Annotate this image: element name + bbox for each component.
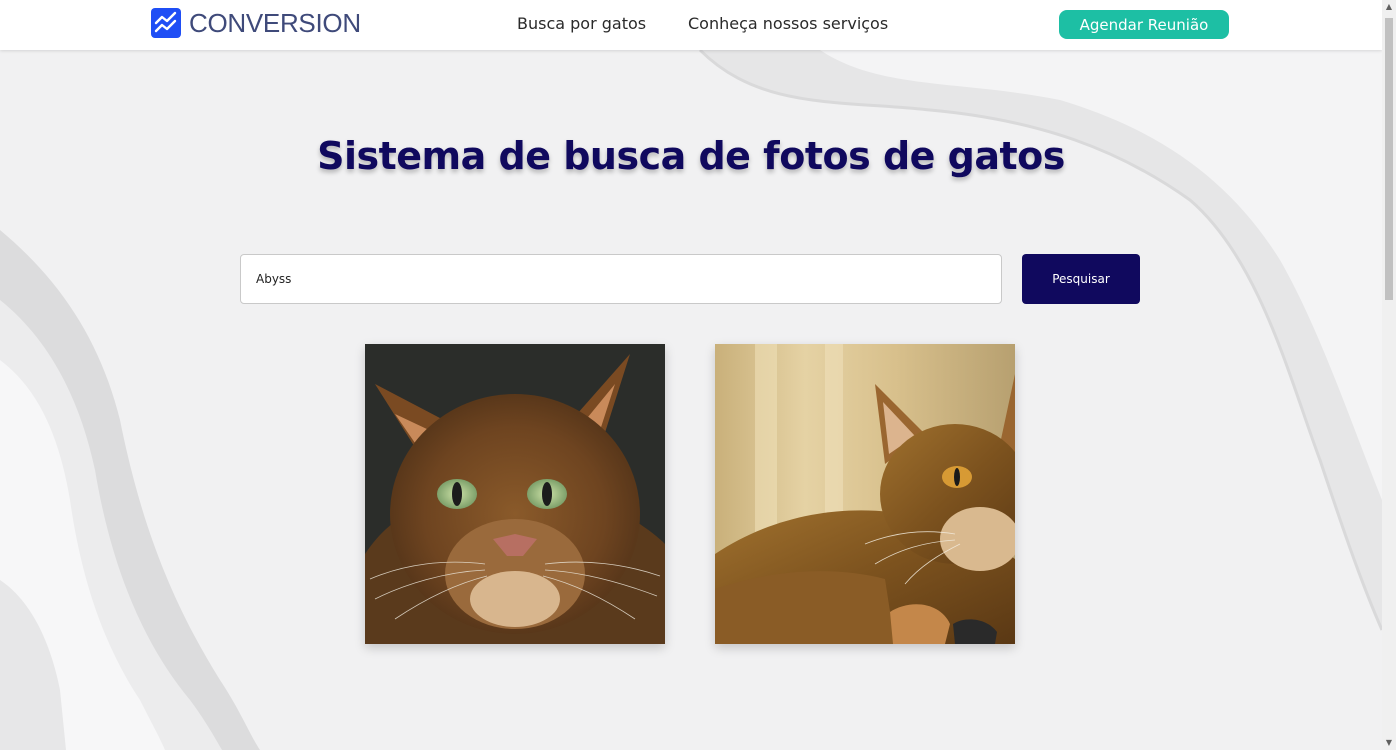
scrollbar-thumb[interactable] bbox=[1385, 18, 1393, 300]
top-navbar: CONVERSION Busca por gatos Conheça nosso… bbox=[0, 0, 1382, 50]
chevron-up-icon[interactable]: ▲ bbox=[1382, 0, 1396, 14]
chart-trend-icon bbox=[151, 8, 181, 38]
vertical-scrollbar[interactable]: ▲ ▼ bbox=[1382, 0, 1396, 750]
cat-image-1 bbox=[365, 344, 665, 644]
cat-image-2 bbox=[715, 344, 1015, 644]
nav-link-busca-por-gatos[interactable]: Busca por gatos bbox=[517, 14, 646, 34]
page-title: Sistema de busca de fotos de gatos bbox=[317, 134, 1065, 178]
cat-photo-2[interactable] bbox=[715, 344, 1015, 644]
cat-photo-1[interactable] bbox=[365, 344, 665, 644]
nav-link-servicos[interactable]: Conheça nossos serviços bbox=[688, 14, 888, 34]
chevron-down-icon[interactable]: ▼ bbox=[1382, 736, 1396, 750]
background-waves bbox=[0, 0, 1396, 750]
search-input[interactable] bbox=[240, 254, 1002, 304]
brand-name: CONVERSION bbox=[189, 8, 361, 38]
schedule-meeting-button[interactable]: Agendar Reunião bbox=[1059, 10, 1229, 39]
brand-logo[interactable]: CONVERSION bbox=[151, 8, 361, 38]
search-button[interactable]: Pesquisar bbox=[1022, 254, 1140, 304]
